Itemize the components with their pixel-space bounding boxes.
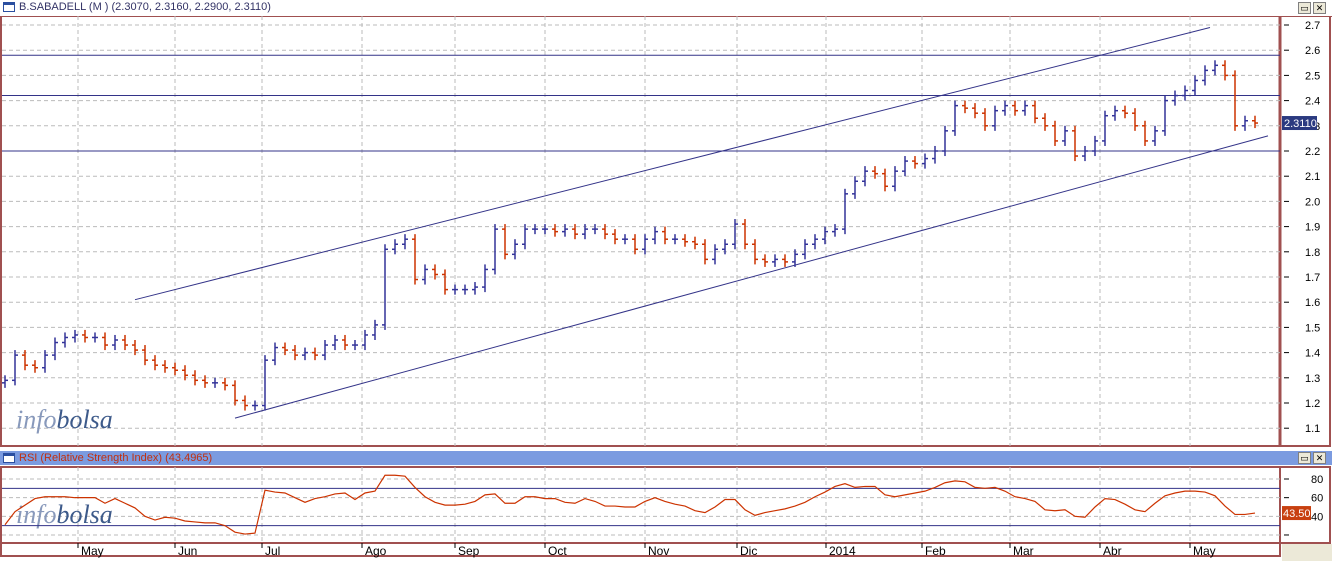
infobolsa-logo: infobolsa	[16, 405, 113, 434]
rsi-panel-title: RSI (Relative Strength Index) (43.4965)	[19, 452, 213, 464]
maximize-icon[interactable]: ▭	[1298, 452, 1311, 464]
last-rsi-label: 43.50	[1283, 508, 1311, 520]
rsi-tick-label: 40	[1311, 511, 1323, 523]
price-tick-label: 1.9	[1305, 222, 1320, 234]
price-tick-label: 2.0	[1305, 196, 1320, 208]
month-label: Ago	[365, 544, 387, 558]
rsi-tick-label: 80	[1311, 474, 1323, 486]
close-icon[interactable]: ✕	[1313, 2, 1326, 14]
price-tick-label: 2.4	[1305, 96, 1320, 108]
price-tick-label: 2.6	[1305, 45, 1320, 57]
month-label: Mar	[1013, 544, 1034, 558]
price-chart[interactable]: 2.72.62.52.42.32.22.12.01.91.81.71.61.51…	[0, 16, 1332, 451]
price-panel-header: B.SABADELL (M ) (2.3070, 2.3160, 2.2900,…	[0, 0, 1332, 17]
price-tick-label: 2.7	[1305, 20, 1320, 32]
month-label: Feb	[925, 544, 946, 558]
month-label: Jul	[265, 544, 280, 558]
month-label: 2014	[829, 544, 856, 558]
window-icon	[3, 453, 15, 463]
price-tick-label: 1.2	[1305, 398, 1320, 410]
month-label: Oct	[548, 544, 567, 558]
month-label: Jun	[178, 544, 197, 558]
price-panel-title: B.SABADELL (M ) (2.3070, 2.3160, 2.2900,…	[19, 1, 271, 13]
price-tick-label: 2.5	[1305, 70, 1320, 82]
price-tick-label: 1.6	[1305, 297, 1320, 309]
month-label: Dic	[740, 544, 757, 558]
status-area	[1282, 544, 1332, 561]
price-tick-label: 1.8	[1305, 247, 1320, 259]
month-label: Abr	[1103, 544, 1122, 558]
infobolsa-logo: infobolsa	[16, 500, 113, 529]
rsi-chart[interactable]: 80 60 40 May Jun Jul Ago Sep Oct Nov Dic 2014 Feb Mar…	[0, 465, 1332, 561]
last-price-label: 2.3110	[1284, 118, 1317, 130]
month-label: May	[1193, 544, 1216, 558]
maximize-icon[interactable]: ▭	[1298, 2, 1311, 14]
price-tick-label: 1.7	[1305, 272, 1320, 284]
month-label: Nov	[648, 544, 669, 558]
window-icon	[3, 2, 15, 12]
price-tick-label: 1.3	[1305, 373, 1320, 385]
price-tick-label: 1.4	[1305, 348, 1320, 360]
month-label: Sep	[458, 544, 480, 558]
rsi-panel-header: RSI (Relative Strength Index) (43.4965) …	[0, 451, 1332, 465]
price-tick-label: 1.1	[1305, 423, 1320, 435]
price-tick-label: 1.5	[1305, 322, 1320, 334]
close-icon[interactable]: ✕	[1313, 452, 1326, 464]
rsi-tick-label: 60	[1311, 493, 1323, 505]
month-label: May	[81, 544, 104, 558]
price-tick-label: 2.2	[1305, 146, 1320, 158]
rsi-plot-frame	[0, 466, 1281, 544]
price-tick-label: 2.1	[1305, 171, 1320, 183]
